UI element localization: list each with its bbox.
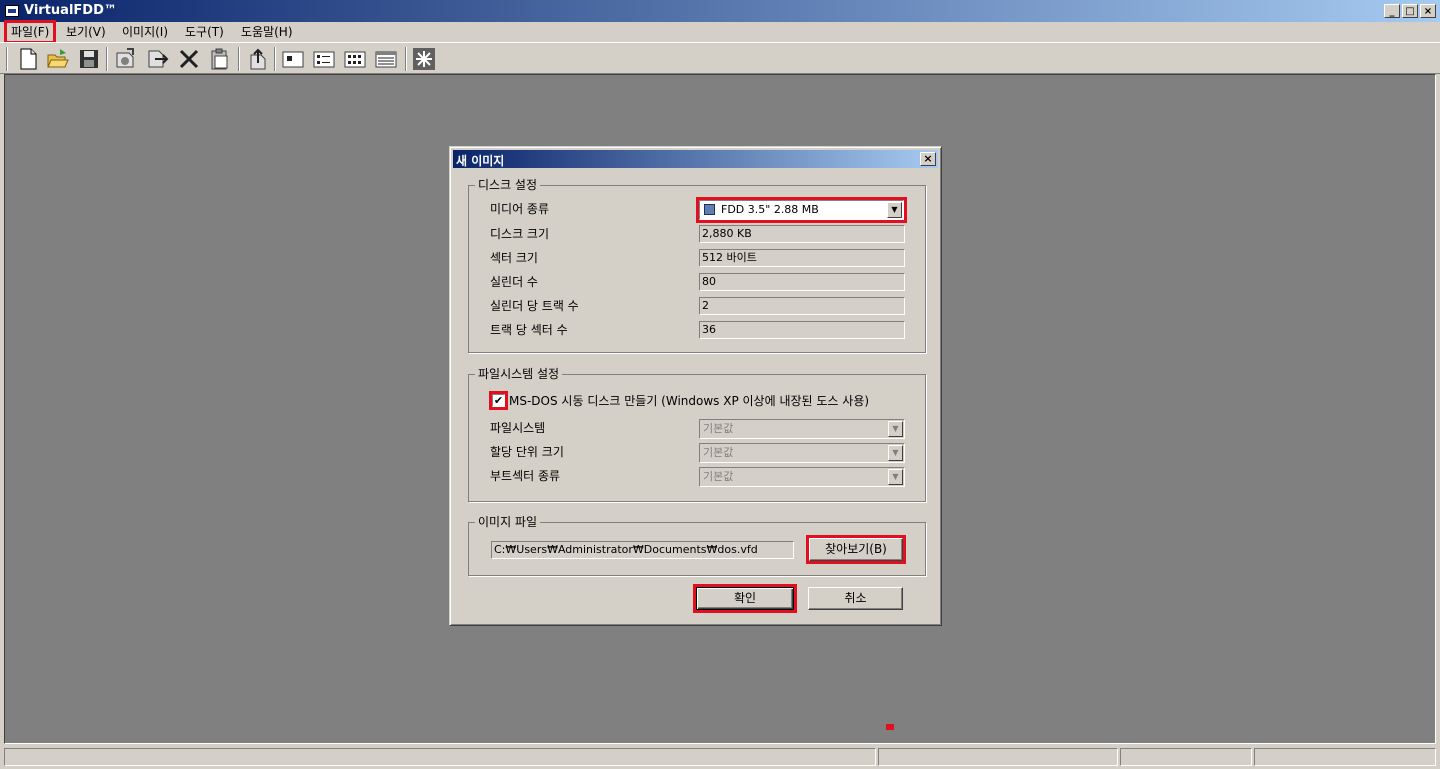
menu-bar: 파일(F) 보기(V) 이미지(I) 도구(T) 도움말(H) <box>0 20 1440 44</box>
dialog-close-button[interactable]: × <box>920 152 936 166</box>
menu-view[interactable]: 보기(V) <box>62 23 110 41</box>
save-icon[interactable] <box>77 47 101 71</box>
allocation-unit-label: 할당 단위 크기 <box>490 445 564 459</box>
chevron-down-icon: ▼ <box>888 421 903 437</box>
cancel-button[interactable]: 취소 <box>808 587 903 610</box>
menu-help[interactable]: 도움말(H) <box>237 23 297 41</box>
delete-icon[interactable] <box>177 47 201 71</box>
ok-button[interactable]: 확인 <box>693 584 797 613</box>
sectors-per-track-field: 36 <box>699 321 905 339</box>
allocation-unit-value: 기본값 <box>703 446 734 459</box>
large-icons-view-icon[interactable] <box>281 47 305 71</box>
image-file-label: 이미지 파일 <box>475 515 541 529</box>
settings-burst-icon[interactable] <box>412 47 436 71</box>
mount-icon[interactable] <box>113 47 137 71</box>
filesystem-select: 기본값 ▼ <box>699 419 905 439</box>
boot-sector-select: 기본값 ▼ <box>699 467 905 487</box>
browse-button[interactable]: 찾아보기(B) <box>806 535 906 564</box>
maximize-button[interactable]: □ <box>1402 4 1418 18</box>
menu-tools[interactable]: 도구(T) <box>181 23 228 41</box>
window-controls: _ □ × <box>1384 4 1436 18</box>
sectors-per-track-label: 트랙 당 섹터 수 <box>490 323 568 337</box>
toolbar-separator <box>405 47 407 71</box>
status-cell <box>1254 748 1436 766</box>
chevron-down-icon[interactable]: ▼ <box>887 202 902 218</box>
toolbar-separator <box>6 47 8 71</box>
details-view-icon[interactable] <box>374 47 398 71</box>
msdos-boot-label[interactable]: MS-DOS 시동 디스크 만들기 (Windows XP 이상에 내장된 도스… <box>509 394 869 408</box>
sector-size-label: 섹터 크기 <box>490 251 538 265</box>
cylinders-label: 실린더 수 <box>490 275 538 289</box>
media-type-label: 미디어 종류 <box>490 202 550 216</box>
sector-size-field: 512 바이트 <box>699 249 905 267</box>
window-title: VirtualFDD™ <box>24 3 117 18</box>
new-image-dialog: 새 이미지 × 디스크 설정 미디어 종류 FDD 3.5" 2.88 MB ▼… <box>449 146 942 626</box>
app-icon <box>5 5 19 17</box>
list-view-icon[interactable] <box>343 47 367 71</box>
dialog-title: 새 이미지 <box>456 154 505 168</box>
new-file-icon[interactable] <box>16 47 40 71</box>
media-type-value: FDD 3.5" 2.88 MB <box>721 203 819 216</box>
status-cell-main <box>4 748 876 766</box>
status-cell <box>878 748 1118 766</box>
open-folder-icon[interactable] <box>46 47 70 71</box>
floppy-disk-icon <box>704 204 715 215</box>
chevron-down-icon: ▼ <box>888 445 903 461</box>
close-button[interactable]: × <box>1420 4 1436 18</box>
tracks-per-cylinder-field: 2 <box>699 297 905 315</box>
filesystem-settings-group: 파일시스템 설정 ✔ MS-DOS 시동 디스크 만들기 (Windows XP… <box>468 367 926 502</box>
status-cell <box>1120 748 1252 766</box>
paste-icon[interactable] <box>208 47 232 71</box>
toolbar <box>0 42 1440 74</box>
image-path-field[interactable]: C:₩Users₩Administrator₩Documents₩dos.vfd <box>491 541 794 559</box>
toolbar-separator <box>274 47 276 71</box>
cursor-marker <box>886 724 894 730</box>
media-type-select[interactable]: FDD 3.5" 2.88 MB ▼ <box>696 197 907 223</box>
disk-size-label: 디스크 크기 <box>490 227 550 241</box>
dialog-titlebar[interactable]: 새 이미지 × <box>453 150 938 168</box>
small-icons-view-icon[interactable] <box>312 47 336 71</box>
filesystem-settings-label: 파일시스템 설정 <box>475 367 563 381</box>
export-icon[interactable] <box>145 47 169 71</box>
disk-settings-label: 디스크 설정 <box>475 178 541 192</box>
minimize-button[interactable]: _ <box>1384 4 1400 18</box>
msdos-boot-checkbox[interactable]: ✔ <box>489 391 508 410</box>
toolbar-separator <box>106 47 108 71</box>
filesystem-label: 파일시스템 <box>490 421 546 435</box>
disk-settings-group: 디스크 설정 미디어 종류 FDD 3.5" 2.88 MB ▼ 디스크 크기 … <box>468 178 926 353</box>
allocation-unit-select: 기본값 ▼ <box>699 443 905 463</box>
menu-image[interactable]: 이미지(I) <box>118 23 172 41</box>
chevron-down-icon: ▼ <box>888 469 903 485</box>
upload-icon[interactable] <box>246 47 270 71</box>
window-titlebar[interactable]: VirtualFDD™ _ □ × <box>0 0 1440 22</box>
status-bar <box>0 746 1440 769</box>
toolbar-separator <box>238 47 240 71</box>
image-file-group: 이미지 파일 C:₩Users₩Administrator₩Documents₩… <box>468 515 926 576</box>
filesystem-value: 기본값 <box>703 422 734 435</box>
menu-file[interactable]: 파일(F) <box>3 20 57 44</box>
boot-sector-value: 기본값 <box>703 470 734 483</box>
tracks-per-cylinder-label: 실린더 당 트랙 수 <box>490 299 579 313</box>
cylinders-field: 80 <box>699 273 905 291</box>
disk-size-field: 2,880 KB <box>699 225 905 243</box>
boot-sector-label: 부트섹터 종류 <box>490 469 561 483</box>
